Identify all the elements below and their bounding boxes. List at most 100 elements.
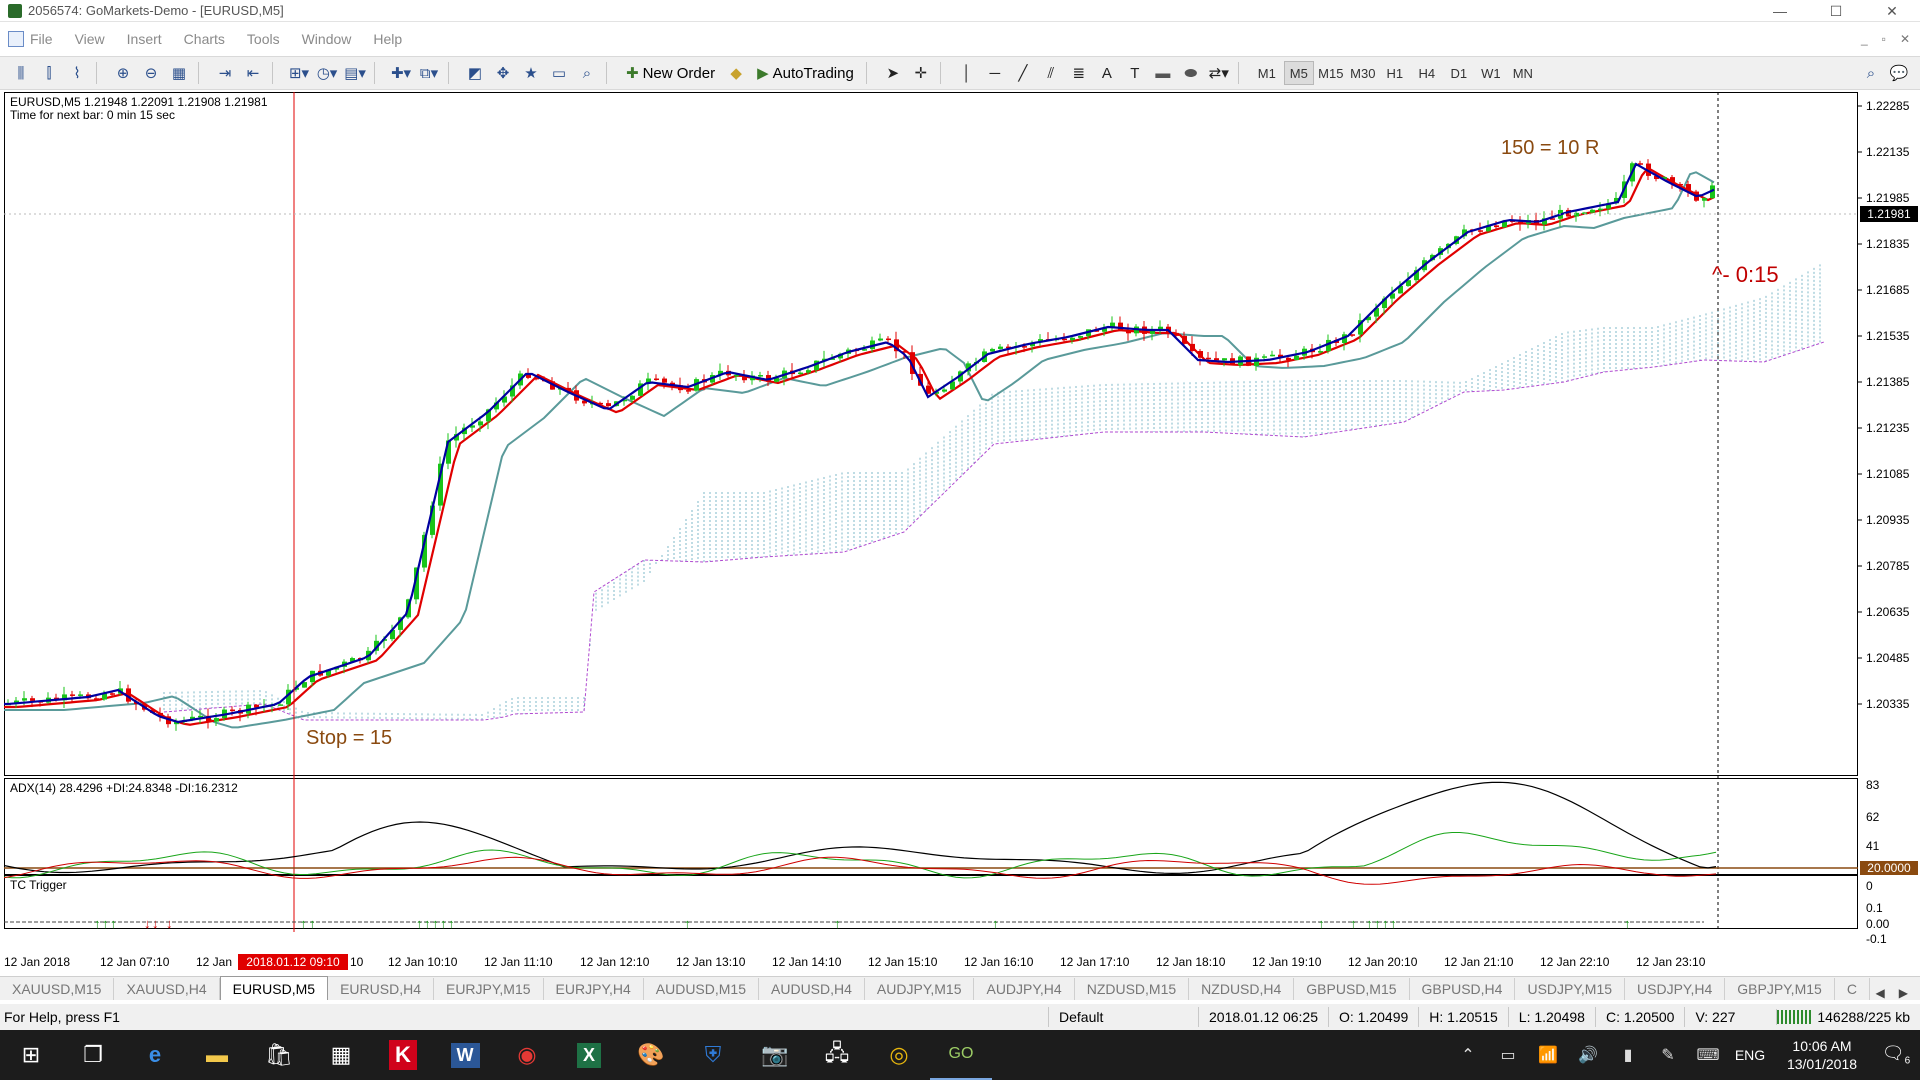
crosshair-icon[interactable]: ✛ (908, 60, 934, 86)
symbol-tab[interactable]: EURJPY,M15 (434, 978, 544, 1000)
excel-icon[interactable]: X (558, 1030, 620, 1080)
strategy-tester-icon[interactable]: ⌕ (574, 60, 600, 86)
symbol-tab[interactable]: AUDJPY,M15 (865, 978, 975, 1000)
metatrader-taskbar-icon[interactable]: GO (930, 1030, 992, 1080)
tray-chevron-icon[interactable]: ⌃ (1448, 1045, 1488, 1065)
metaeditor-icon[interactable]: ◆ (723, 60, 749, 86)
symbol-tab[interactable]: NZDUSD,M15 (1075, 978, 1190, 1000)
menu-window[interactable]: Window (302, 31, 352, 47)
minimize-button[interactable]: — (1752, 0, 1808, 22)
profiles-icon[interactable]: ⧉▾ (416, 60, 442, 86)
volume-icon[interactable]: 🔊 (1568, 1045, 1608, 1065)
timeframe-m30[interactable]: M30 (1348, 61, 1378, 85)
horizontal-line-icon[interactable]: ─ (982, 60, 1008, 86)
periods-icon[interactable]: ◷▾ (314, 60, 340, 86)
symbol-tab[interactable]: XAUUSD,M15 (0, 978, 115, 1000)
text-icon[interactable]: A (1094, 60, 1120, 86)
timeframe-w1[interactable]: W1 (1476, 61, 1506, 85)
timeframe-mn[interactable]: MN (1508, 61, 1538, 85)
ellipse-icon[interactable]: ⬬ (1178, 60, 1204, 86)
pen-icon[interactable]: ✎ (1648, 1045, 1688, 1065)
network-folder-icon[interactable]: 🖧 (806, 1030, 868, 1080)
line-chart-icon[interactable]: ⌇ (64, 60, 90, 86)
timeframe-m15[interactable]: M15 (1316, 61, 1346, 85)
timeframe-m5[interactable]: M5 (1283, 61, 1314, 85)
rectangle-icon[interactable]: ▬ (1150, 60, 1176, 86)
symbol-tab[interactable]: USDJPY,M15 (1515, 978, 1626, 1000)
arrows-icon[interactable]: ⇄▾ (1206, 60, 1232, 86)
symbol-tab[interactable]: AUDUSD,H4 (759, 978, 865, 1000)
edge-browser-icon[interactable]: e (124, 1030, 186, 1080)
start-button-icon[interactable]: ⊞ (0, 1030, 62, 1080)
templates-icon[interactable]: ▤▾ (342, 60, 368, 86)
menu-tools[interactable]: Tools (247, 31, 280, 47)
equidistant-channel-icon[interactable]: ⫽ (1038, 60, 1064, 86)
trendline-icon[interactable]: ╱ (1010, 60, 1036, 86)
symbol-tab[interactable]: GBPUSD,H4 (1410, 978, 1516, 1000)
paint-icon[interactable]: 🎨 (620, 1030, 682, 1080)
symbol-tab[interactable]: NZDUSD,H4 (1189, 978, 1295, 1000)
zoom-out-icon[interactable]: ⊖ (138, 60, 164, 86)
battery-icon[interactable]: ▮ (1608, 1045, 1648, 1065)
fibonacci-icon[interactable]: ≣ (1066, 60, 1092, 86)
vertical-line-icon[interactable]: │ (954, 60, 980, 86)
timeframe-m1[interactable]: M1 (1252, 61, 1282, 85)
mdi-close-icon[interactable]: ✕ (1900, 32, 1910, 46)
security-shield-icon[interactable]: ⛨ (682, 1030, 744, 1080)
task-view-icon[interactable]: ❐ (62, 1030, 124, 1080)
symbol-tab[interactable]: AUDUSD,M15 (644, 978, 760, 1000)
connection-status[interactable]: 146288/225 kb (1776, 1009, 1920, 1025)
symbol-tab[interactable]: C (1835, 978, 1870, 1000)
chrome-icon[interactable]: ◎ (868, 1030, 930, 1080)
bar-chart-icon[interactable]: ⫼ (8, 60, 34, 86)
text-label-icon[interactable]: T (1122, 60, 1148, 86)
camera-icon[interactable]: 📷 (744, 1030, 806, 1080)
new-chart-icon[interactable]: ✚▾ (388, 60, 414, 86)
status-profile[interactable]: Default (1048, 1007, 1198, 1027)
calculator-icon[interactable]: ▦ (310, 1030, 372, 1080)
wifi-icon[interactable]: 📶 (1528, 1045, 1568, 1065)
chat-icon[interactable]: 💬 (1886, 60, 1912, 86)
navigator-icon[interactable]: ★ (518, 60, 544, 86)
language-indicator[interactable]: ENG (1728, 1047, 1772, 1063)
symbol-tab[interactable]: USDJPY,H4 (1625, 978, 1726, 1000)
notification-center-icon[interactable]: 🗨6 (1872, 1043, 1920, 1067)
close-button[interactable]: ✕ (1864, 0, 1920, 22)
menu-charts[interactable]: Charts (184, 31, 225, 47)
symbol-tab[interactable]: GBPUSD,M15 (1294, 978, 1410, 1000)
menu-insert[interactable]: Insert (127, 31, 162, 47)
timeframe-d1[interactable]: D1 (1444, 61, 1474, 85)
kaspersky-icon[interactable]: K (372, 1030, 434, 1080)
tray-device-icon[interactable]: ▭ (1488, 1045, 1528, 1065)
system-clock[interactable]: 10:06 AM 13/01/2018 (1772, 1037, 1872, 1073)
maximize-button[interactable]: ☐ (1808, 0, 1864, 22)
new-order-button[interactable]: ✚ New Order (620, 60, 721, 86)
indicators-icon[interactable]: ⊞▾ (286, 60, 312, 86)
menu-view[interactable]: View (75, 31, 105, 47)
tab-scroll-right-icon[interactable]: ▶ (1899, 986, 1908, 1000)
tile-windows-icon[interactable]: ▦ (166, 60, 192, 86)
timeframe-h1[interactable]: H1 (1380, 61, 1410, 85)
menu-file[interactable]: File (30, 31, 53, 47)
tab-scroll-left-icon[interactable]: ◀ (1876, 986, 1885, 1000)
market-watch-icon[interactable]: ◩ (462, 60, 488, 86)
trading-app-icon[interactable]: ◉ (496, 1030, 558, 1080)
zoom-in-icon[interactable]: ⊕ (110, 60, 136, 86)
symbol-tab[interactable]: XAUUSD,H4 (114, 978, 220, 1000)
symbol-tab[interactable]: GBPJPY,M15 (1725, 978, 1835, 1000)
search-icon[interactable]: ⌕ (1858, 60, 1884, 86)
menu-help[interactable]: Help (373, 31, 402, 47)
word-icon[interactable]: W (434, 1030, 496, 1080)
symbol-tab[interactable]: AUDJPY,H4 (974, 978, 1075, 1000)
mdi-restore-icon[interactable]: ▫ (1882, 32, 1886, 46)
symbol-tab[interactable]: EURJPY,H4 (544, 978, 644, 1000)
chart-canvas[interactable]: EURUSD,M5 1.21948 1.22091 1.21908 1.2198… (4, 92, 1918, 976)
data-window-icon[interactable]: ✥ (490, 60, 516, 86)
store-icon[interactable]: 🛍 (248, 1030, 310, 1080)
cursor-icon[interactable]: ➤ (880, 60, 906, 86)
tab-scroll-arrows[interactable]: ◀ ▶ (1876, 986, 1920, 1000)
mdi-minimize-icon[interactable]: _ (1861, 32, 1868, 46)
chart-shift-icon[interactable]: ⇤ (240, 60, 266, 86)
autoscroll-icon[interactable]: ⇥ (212, 60, 238, 86)
chart-window[interactable]: EURUSD,M5 1.21948 1.22091 1.21908 1.2198… (4, 92, 1918, 992)
